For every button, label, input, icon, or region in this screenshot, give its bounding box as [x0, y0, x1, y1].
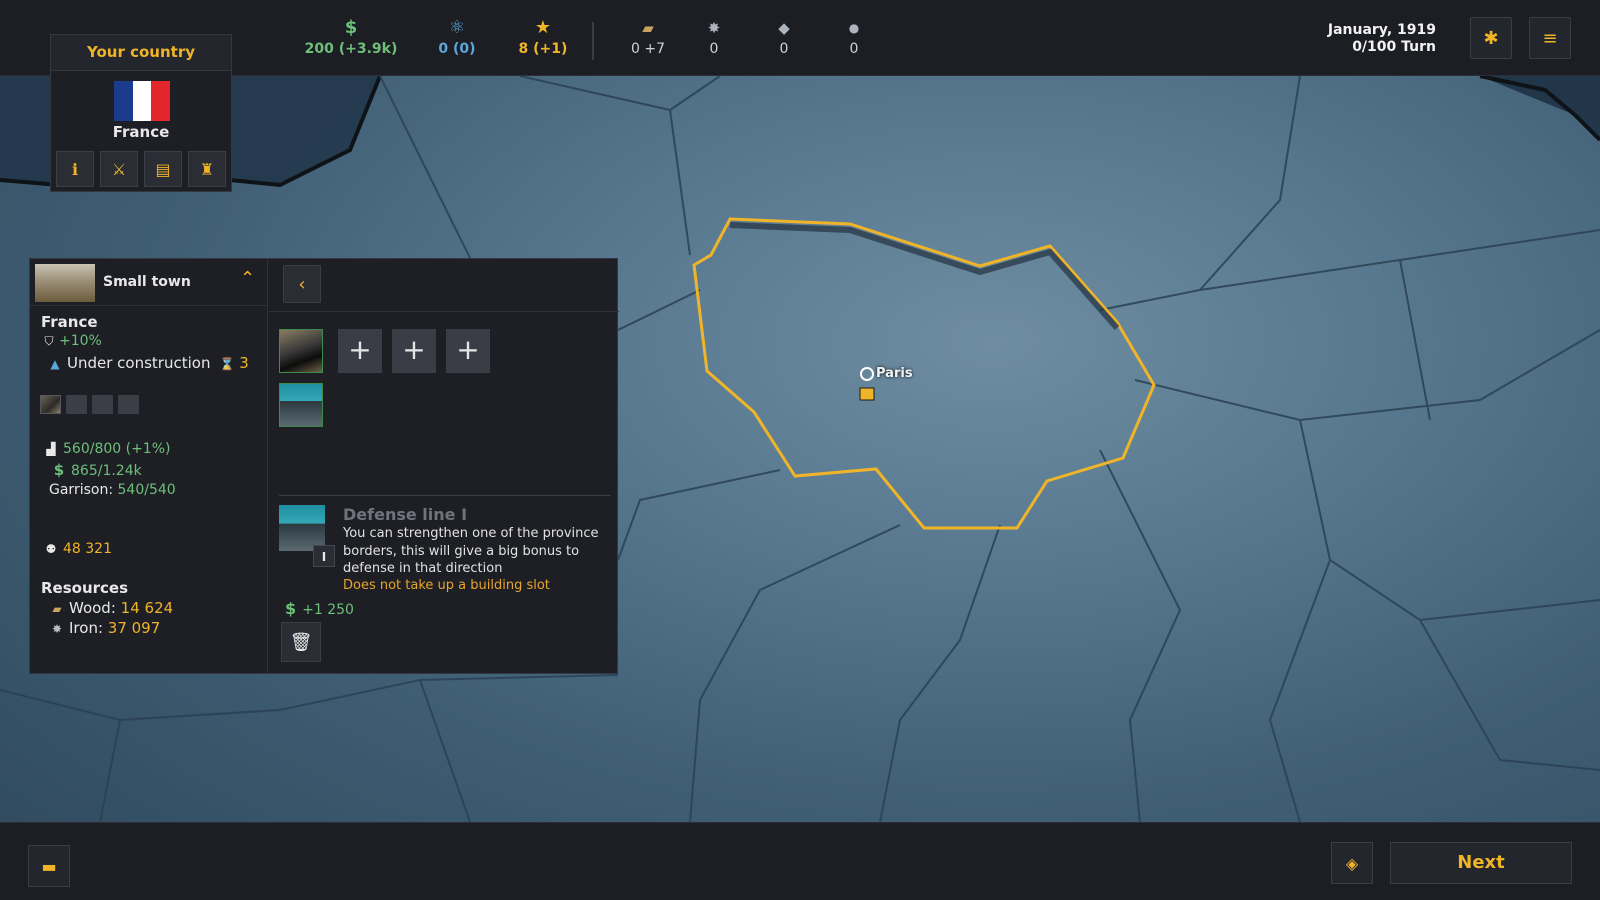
map-layers-button[interactable]: ◈: [1331, 842, 1373, 884]
money-resource[interactable]: $ 200 (+3.9k): [296, 17, 406, 58]
chat-button[interactable]: ▬: [28, 845, 70, 887]
shield-icon: ⛉: [44, 334, 54, 348]
city-marker-paris[interactable]: [859, 357, 875, 401]
turn-counter: 0/100 Turn: [1352, 39, 1436, 55]
add-building-button[interactable]: +: [338, 329, 382, 373]
building-level-badge: I: [313, 545, 335, 567]
dollar-icon: $: [285, 599, 297, 618]
province-owner: France: [41, 313, 98, 331]
oil-resource[interactable]: ● 0: [799, 18, 909, 57]
money-stat: $865/1.24k: [51, 461, 142, 479]
army-icon: ⚔: [111, 159, 127, 179]
prestige-resource[interactable]: ★ 8 (+1): [488, 17, 598, 58]
wood-icon: ▰: [52, 602, 62, 616]
defense-bonus: ⛉ +10%: [41, 333, 101, 349]
people-stat: ⚉ 48 321: [43, 541, 112, 557]
divider: [30, 305, 268, 306]
layers-icon: ◈: [1345, 853, 1359, 873]
city-label: Paris: [876, 366, 913, 381]
chevron-up-icon: ⌃: [240, 268, 256, 289]
army-button[interactable]: ⚔: [100, 151, 138, 187]
building-slot-defense-line[interactable]: [279, 383, 323, 427]
iron-resource-row: ✸ Iron: 37 097: [49, 619, 160, 637]
top-bar: $ 200 (+3.9k) ⚛ 0 (0) ★ 8 (+1) ▰ 0 +7 ✸ …: [0, 0, 1600, 76]
plus-icon: +: [348, 333, 372, 366]
trash-icon: 🗑: [289, 631, 313, 653]
prestige-value: 8 (+1): [518, 41, 568, 57]
demolish-button[interactable]: 🗑: [281, 622, 321, 662]
population-stat: ▟ 560/800 (+1%): [43, 441, 170, 457]
collapse-button[interactable]: ⌃: [240, 268, 255, 289]
building-slot-empty[interactable]: [66, 395, 87, 414]
current-date: January, 1919: [1327, 22, 1436, 38]
star-icon: ★: [534, 17, 552, 38]
construction-status: ▲ Under construction ⌛ 3: [47, 354, 248, 372]
trophy-icon: ♜: [199, 159, 215, 179]
country-name: France: [112, 123, 170, 141]
add-building-button[interactable]: +: [446, 329, 490, 373]
building-panel: ‹ + + + I Defense line I You can strengt…: [269, 259, 619, 673]
defense-line-shadow: [729, 222, 1120, 330]
building-icon: ▲: [50, 357, 60, 371]
divider: [279, 495, 611, 496]
resources-header: Resources: [41, 579, 129, 597]
oil-value: 0: [849, 41, 859, 57]
chevron-left-icon: ‹: [298, 273, 306, 295]
policies-button[interactable]: ▤: [144, 151, 182, 187]
garrison-stat: Garrison: 540/540: [49, 482, 176, 498]
building-slot-artillery[interactable]: [279, 329, 323, 373]
menu-button[interactable]: ≡: [1529, 17, 1571, 59]
add-building-button[interactable]: +: [392, 329, 436, 373]
province-panel: Small town ⌃ France ⛉ +10% ▲ Under constru…: [29, 258, 619, 674]
building-slot-filled[interactable]: [40, 395, 61, 414]
building-note: Does not take up a building slot: [343, 578, 550, 593]
building-cost: $ +1 250: [285, 599, 354, 618]
country-card-header: Your country: [51, 35, 231, 71]
province-title: Small town: [103, 274, 191, 290]
oil-drop-icon: ●: [848, 21, 860, 35]
achievements-button[interactable]: ♜: [188, 151, 226, 187]
bug-icon: ✱: [1483, 27, 1499, 49]
building-name: Defense line I: [343, 505, 468, 524]
next-turn-button[interactable]: Next: [1390, 842, 1572, 884]
building-slots: [40, 395, 139, 414]
country-flag[interactable]: [114, 81, 171, 121]
date-display: January, 1919 0/100 Turn: [1328, 22, 1436, 56]
hamburger-menu-icon: ≡: [1542, 27, 1558, 49]
dollar-icon: $: [53, 461, 65, 479]
country-card: Your country France i ⚔ ▤ ♜: [50, 34, 232, 192]
foreign-territory: [1480, 76, 1600, 140]
location-pin-icon: [860, 367, 874, 381]
construction-icon: [859, 387, 875, 401]
people-icon: ⚉: [45, 542, 57, 556]
building-slot-empty[interactable]: [92, 395, 113, 414]
province-thumbnail: [35, 264, 95, 302]
back-button[interactable]: ‹: [283, 265, 321, 303]
wood-resource-row: ▰ Wood: 14 624: [49, 599, 173, 617]
divider: [269, 311, 619, 312]
bug-report-button[interactable]: ✱: [1470, 17, 1512, 59]
info-icon: i: [71, 159, 79, 179]
info-button[interactable]: i: [56, 151, 94, 187]
building-slot-empty[interactable]: [118, 395, 139, 414]
hourglass-icon: ⌛: [219, 357, 235, 371]
plus-icon: +: [456, 333, 480, 366]
province-info: Small town ⌃ France ⛉ +10% ▲ Under constru…: [30, 259, 268, 673]
money-value: 200 (+3.9k): [304, 41, 398, 57]
country-actions: i ⚔ ▤ ♜: [56, 151, 226, 187]
building-description: You can strengthen one of the province b…: [343, 526, 599, 576]
dollar-icon: $: [344, 17, 358, 38]
selected-province-outline: [692, 217, 1156, 530]
chart-icon: ▟: [46, 442, 56, 456]
iron-icon: ✸: [51, 622, 63, 636]
plus-icon: +: [402, 333, 426, 366]
chat-icon: ▬: [41, 856, 57, 876]
bottom-bar: ▬ ◈ Next: [0, 822, 1600, 900]
document-check-icon: ▤: [155, 159, 171, 179]
